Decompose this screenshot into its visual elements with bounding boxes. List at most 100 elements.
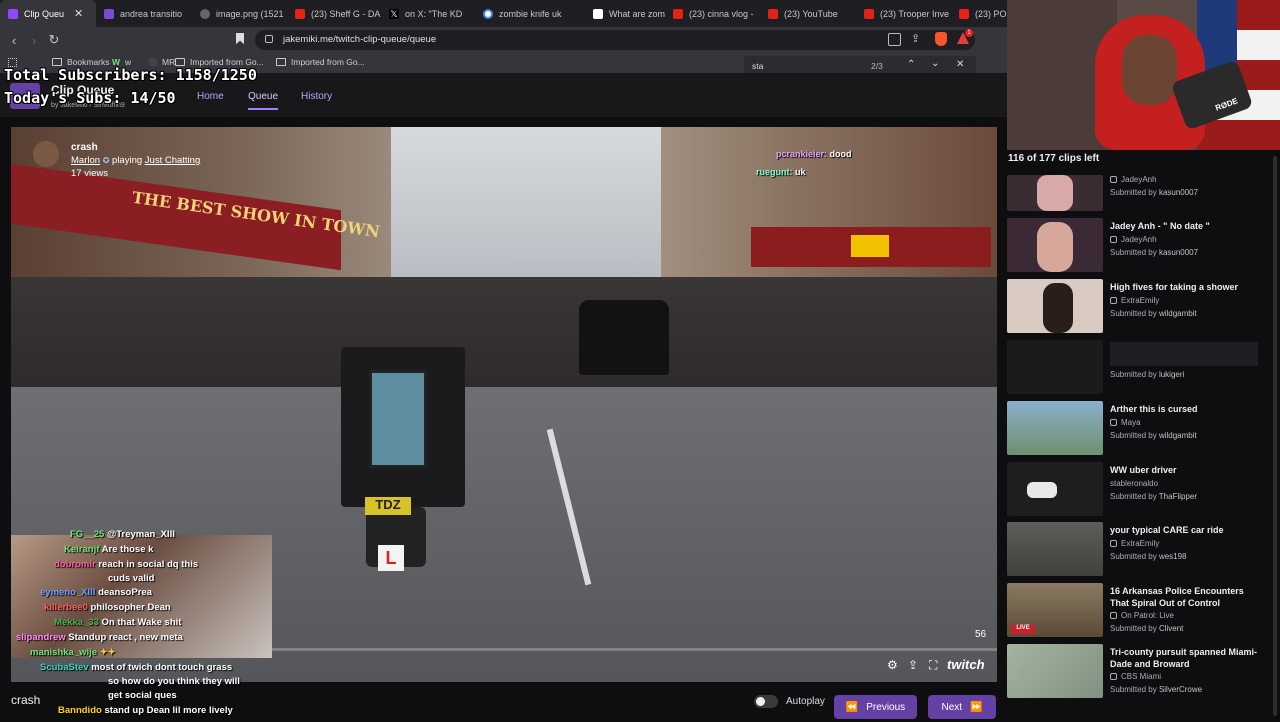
tab[interactable]: What are zombi bbox=[585, 0, 665, 27]
tab[interactable]: 𝕏on X: "The KD bbox=[381, 0, 475, 27]
clip-title: High fives for taking a shower bbox=[1110, 282, 1239, 292]
previous-button[interactable]: ⏪ Previous bbox=[834, 695, 917, 719]
autoplay-toggle[interactable] bbox=[754, 695, 778, 708]
forward-icon[interactable]: › bbox=[24, 33, 44, 48]
chat-username: FG__25 bbox=[70, 529, 105, 540]
tab-search-icon[interactable] bbox=[888, 33, 901, 46]
clip-submitter: Submitted by Clivent bbox=[1110, 624, 1183, 633]
submitted-prefix: Submitted by bbox=[1110, 248, 1157, 257]
chat-message: get social ques bbox=[108, 690, 177, 701]
fullscreen-icon[interactable]: ⛶ bbox=[929, 658, 937, 673]
next-button[interactable]: Next ⏩ bbox=[928, 695, 996, 719]
clip-thumbnail bbox=[1007, 462, 1103, 516]
site-info-icon[interactable] bbox=[265, 35, 273, 43]
clip-channel: ExtraEmily bbox=[1110, 539, 1159, 548]
queue-clip-card[interactable]: Jadey Anh - " No date " JadeyAnh Submitt… bbox=[1007, 218, 1272, 273]
queue-clip-card[interactable]: LIVE 16 Arkansas Police Encounters That … bbox=[1007, 583, 1272, 641]
tab-label: zombie knife uk bbox=[499, 8, 562, 19]
share-icon[interactable]: ⇪ bbox=[908, 658, 918, 672]
tab[interactable]: (23) POLI bbox=[951, 0, 1007, 27]
browser-tab-bar: Clip Queu ✕ andrea transitio image.png (… bbox=[0, 0, 1007, 27]
title-placeholder bbox=[1110, 342, 1258, 366]
clip-submitter: Submitted by SilverCrowe bbox=[1110, 685, 1202, 694]
chat-username: dobromir bbox=[54, 559, 96, 570]
thumbnail-subject bbox=[1037, 175, 1073, 211]
clip-thumbnail bbox=[1007, 401, 1103, 455]
clip-channel: Maya bbox=[1110, 418, 1141, 427]
youtube-icon bbox=[768, 8, 778, 19]
tab[interactable]: (23) Trooper Inve bbox=[856, 0, 951, 27]
chat-message: most of twich dont touch grass bbox=[91, 662, 233, 673]
clip-thumbnail: LIVE bbox=[1007, 583, 1103, 637]
close-icon[interactable]: ✕ bbox=[74, 7, 83, 20]
broadcaster-avatar[interactable] bbox=[33, 141, 59, 167]
find-next-icon[interactable]: ⌄ bbox=[931, 58, 939, 69]
chat-username: Banndido bbox=[58, 705, 102, 716]
queue-clip-card[interactable]: Tri-county pursuit spanned Miami-Dade an… bbox=[1007, 644, 1272, 702]
clip-channel: JadeyAnh bbox=[1110, 175, 1157, 184]
clip-title: 16 Arkansas Police Encounters That Spira… bbox=[1110, 586, 1244, 608]
clip-title: WW uber driver bbox=[1110, 465, 1177, 475]
submitted-prefix: Submitted by bbox=[1110, 492, 1157, 501]
tab[interactable]: image.png (1521 bbox=[192, 0, 287, 27]
tab[interactable]: (23) cinna vlog - bbox=[665, 0, 760, 27]
tab-label: (23) Trooper Inve bbox=[880, 8, 950, 19]
tab[interactable]: (23) YouTube bbox=[760, 0, 856, 27]
queue-clip-card[interactable]: your typical CARE car ride ExtraEmily Su… bbox=[1007, 522, 1272, 577]
share-icon[interactable]: ⇪ bbox=[911, 32, 920, 45]
bookmark-folder-imported-2[interactable]: Imported from Go... bbox=[276, 57, 365, 67]
clip-submitter: Submitted by kasun0007 bbox=[1110, 188, 1198, 197]
mr-favicon-icon bbox=[149, 58, 157, 66]
channel-icon bbox=[1110, 540, 1117, 547]
emote-icon: ✦✦ bbox=[99, 647, 116, 658]
reload-icon[interactable]: ↻ bbox=[44, 32, 64, 48]
queue-clip-card[interactable]: JadeyAnh Submitted by kasun0007 bbox=[1007, 175, 1272, 211]
channel-icon bbox=[1110, 419, 1117, 426]
queue-clip-card[interactable]: High fives for taking a shower ExtraEmil… bbox=[1007, 279, 1272, 334]
tab[interactable]: zombie knife uk bbox=[475, 0, 585, 27]
notification-badge: 1 bbox=[965, 29, 973, 37]
favicon-icon bbox=[104, 8, 114, 19]
current-clip-title: crash bbox=[11, 693, 41, 707]
tab-clip-queue[interactable]: Clip Queu ✕ bbox=[0, 0, 96, 27]
game-link[interactable]: Just Chatting bbox=[145, 155, 200, 166]
bookmark-icon[interactable] bbox=[236, 33, 244, 44]
twitch-logo[interactable]: twitch bbox=[947, 657, 985, 672]
queue-clip-card[interactable]: Submitted by lukigeri bbox=[1007, 340, 1272, 395]
tab-label: image.png (1521 bbox=[216, 8, 284, 19]
clip-title: crash bbox=[71, 142, 98, 153]
clip-timer: 56 bbox=[975, 629, 987, 640]
find-prev-icon[interactable]: ⌃ bbox=[907, 59, 915, 70]
find-close-icon[interactable]: ✕ bbox=[956, 59, 964, 70]
chat-username: Mekka_33 bbox=[54, 617, 99, 628]
clips-left-count: 116 of 177 clips left bbox=[1008, 153, 1100, 164]
thumbnail-subject bbox=[1037, 222, 1073, 272]
submitted-prefix: Submitted by bbox=[1110, 188, 1157, 197]
nav-history[interactable]: History bbox=[301, 91, 332, 102]
nav-queue[interactable]: Queue bbox=[248, 91, 279, 110]
tab[interactable]: andrea transitio bbox=[96, 0, 192, 27]
clip-submitter: Submitted by wildgambit bbox=[1110, 431, 1197, 440]
clip-broadcaster-line: Marlon ✪ playing Just Chatting bbox=[71, 155, 200, 166]
globe-icon bbox=[200, 8, 210, 19]
queue-scrollbar[interactable] bbox=[1273, 156, 1277, 716]
live-badge: LIVE bbox=[1011, 625, 1035, 634]
clip-thumbnail bbox=[1007, 218, 1103, 272]
queue-clip-card[interactable]: Arther this is cursed Maya Submitted by … bbox=[1007, 401, 1272, 456]
youtube-icon bbox=[959, 8, 969, 19]
tab[interactable]: (23) Sheff G - DA bbox=[287, 0, 381, 27]
chat-message: reach in social dq this bbox=[98, 559, 199, 570]
find-input[interactable]: sta bbox=[752, 61, 763, 71]
nav-home[interactable]: Home bbox=[197, 91, 224, 102]
fast-forward-icon: ⏩ bbox=[970, 701, 983, 713]
back-icon[interactable]: ‹ bbox=[4, 33, 24, 48]
submitted-prefix: Submitted by bbox=[1110, 309, 1157, 318]
url-bar[interactable]: jakemiki.me/twitch-clip-queue/queue bbox=[255, 30, 975, 50]
settings-gear-icon[interactable]: ⚙ bbox=[887, 658, 898, 672]
broadcaster-link[interactable]: Marlon bbox=[71, 155, 100, 166]
brave-shield-icon[interactable] bbox=[935, 32, 947, 46]
verified-icon: ✪ bbox=[102, 156, 110, 165]
clip-channel: CBS Miami bbox=[1110, 672, 1161, 681]
channel-name: ExtraEmily bbox=[1121, 539, 1160, 548]
queue-clip-card[interactable]: WW uber driver stableronaldo Submitted b… bbox=[1007, 462, 1272, 517]
